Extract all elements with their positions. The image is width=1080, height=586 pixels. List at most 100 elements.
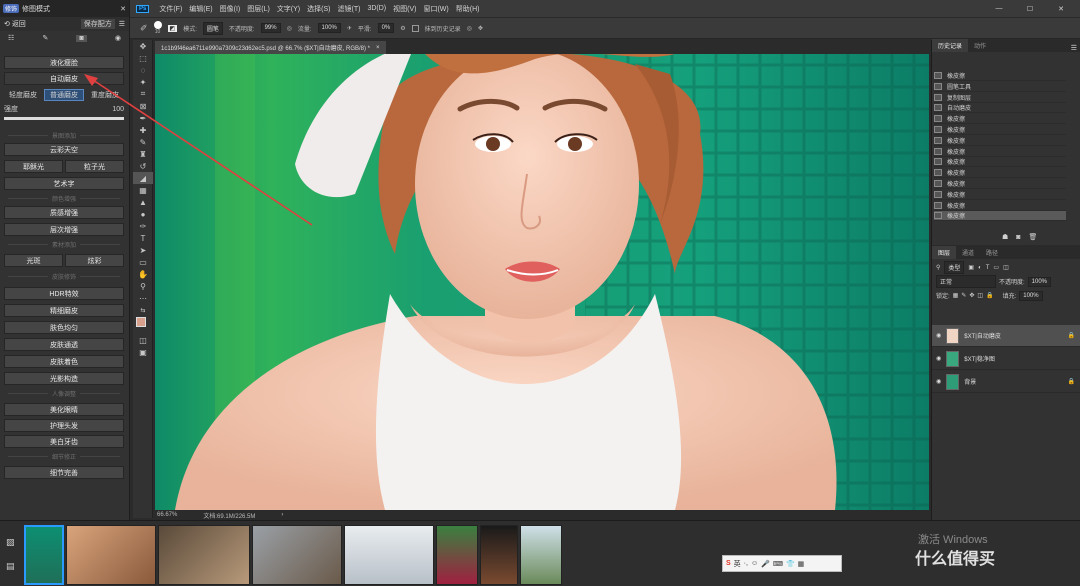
tab-layers[interactable]: 图层: [932, 246, 957, 259]
back-button[interactable]: ⟲ 返回: [4, 19, 26, 29]
mic-icon[interactable]: 🎤: [761, 560, 770, 568]
history-item[interactable]: 橡皮擦: [934, 190, 1066, 200]
skin-even-button[interactable]: 肤色均匀: [4, 321, 124, 334]
history-item[interactable]: 自动磨皮: [934, 103, 1066, 114]
menu-file[interactable]: 文件(F): [159, 4, 182, 14]
tab-close-icon[interactable]: ×: [376, 45, 380, 51]
tab-paths[interactable]: 路径: [980, 246, 1004, 259]
close-window-button[interactable]: ✕: [1049, 5, 1073, 13]
tab-channels[interactable]: 通道: [956, 246, 980, 259]
lock-move-icon[interactable]: ✥: [969, 292, 974, 299]
skin-icon[interactable]: 👕: [786, 560, 795, 568]
history-item[interactable]: 圆笔工具: [934, 82, 1066, 92]
snapshot-icon[interactable]: ☗: [1002, 233, 1008, 241]
maximize-button[interactable]: ☐: [1018, 5, 1042, 13]
document-tab[interactable]: 1c1b9f46ea6711e990a7309c23d62ec5.psd @ 6…: [155, 41, 386, 54]
lock-artboard-icon[interactable]: ◫: [977, 292, 983, 299]
hair-button[interactable]: 护理头发: [4, 419, 124, 432]
mode-normal[interactable]: 普通磨皮: [44, 88, 84, 101]
shape-tool-icon[interactable]: ▭: [133, 256, 153, 268]
more-tools-icon[interactable]: ⋯: [133, 292, 153, 304]
detail-button[interactable]: 细节完善: [4, 466, 124, 479]
hand-tool-icon[interactable]: ✋: [133, 268, 153, 280]
visibility-eye-icon[interactable]: ◉: [936, 355, 941, 362]
thumbnail-2[interactable]: [66, 525, 156, 585]
history-item[interactable]: 复制图层: [934, 93, 1066, 103]
tab-history[interactable]: 历史记录: [932, 39, 969, 52]
zoom-tool-icon[interactable]: ⚲: [133, 280, 153, 292]
skin-clear-button[interactable]: 皮肤通透: [4, 338, 124, 351]
layer-opacity-input[interactable]: 100%: [1027, 276, 1052, 287]
smooth-input[interactable]: 0%: [377, 23, 395, 33]
type-tool-icon[interactable]: T: [133, 232, 153, 244]
tab-actions[interactable]: 动作: [968, 39, 992, 52]
thumbnail-8[interactable]: [520, 525, 562, 585]
ime-toolbar[interactable]: S 英 ·, ☺ 🎤 ⌨ 👕 ▦: [722, 555, 842, 572]
filter-shape-icon[interactable]: ▭: [993, 264, 999, 271]
layer-row[interactable]: ◉ $XT|稳净图: [932, 348, 1080, 370]
kind-select[interactable]: 类型: [944, 261, 965, 274]
folder-icon[interactable]: ▤: [6, 561, 15, 572]
history-item[interactable]: 橡皮擦: [934, 157, 1066, 168]
thumbnail-3[interactable]: [158, 525, 250, 585]
liquify-button[interactable]: 液化瘦脸: [4, 56, 124, 69]
teeth-button[interactable]: 美白牙齿: [4, 435, 124, 448]
thumbnail-5[interactable]: [344, 525, 434, 585]
sliders-icon[interactable]: ☷: [8, 34, 14, 42]
menu-icon[interactable]: ☰: [119, 20, 125, 28]
history-item[interactable]: 橡皮擦: [934, 179, 1066, 189]
close-icon[interactable]: ✕: [120, 5, 126, 13]
screen-mode-icon[interactable]: ▣: [133, 346, 153, 358]
image-view-icon[interactable]: ▨: [6, 537, 15, 548]
history-item[interactable]: 橡皮擦: [934, 136, 1066, 146]
mode-select[interactable]: 圆笔: [202, 21, 223, 35]
color-swatches[interactable]: [133, 316, 153, 334]
thumbnail-4[interactable]: [252, 525, 342, 585]
menu-window[interactable]: 窗口(W): [423, 4, 448, 14]
eye-icon[interactable]: ◉: [115, 34, 121, 42]
mode-light[interactable]: 轻度磨皮: [4, 90, 42, 100]
marquee-tool-icon[interactable]: ⬚: [133, 52, 153, 64]
panel-menu-icon[interactable]: ☰: [1071, 44, 1080, 52]
trash-icon[interactable]: 🗑: [1029, 233, 1038, 241]
quick-mask-icon[interactable]: ◫: [133, 334, 153, 346]
opacity-input[interactable]: 99%: [260, 23, 281, 33]
menu-filter[interactable]: 滤镜(T): [338, 4, 361, 14]
status-arrow-icon[interactable]: ›: [281, 512, 283, 518]
save-config-button[interactable]: 保存配方: [80, 19, 115, 29]
lock-all-icon[interactable]: 🔒: [986, 292, 993, 299]
move-tool-icon[interactable]: ✥: [133, 40, 153, 52]
portrait-icon[interactable]: ◙: [76, 34, 87, 42]
menu-3d[interactable]: 3D(D): [367, 5, 386, 12]
symmetry-icon[interactable]: ✥: [478, 25, 483, 32]
path-select-tool-icon[interactable]: ➤: [133, 244, 153, 256]
keyboard-icon[interactable]: ⌨: [773, 560, 783, 568]
thumbnail-7[interactable]: [480, 525, 518, 585]
history-item[interactable]: 橡皮擦: [934, 114, 1066, 125]
filter-adjust-icon[interactable]: ◐: [978, 265, 982, 271]
history-item[interactable]: 橡皮擦: [934, 147, 1066, 157]
foreground-color[interactable]: [136, 317, 146, 327]
pressure-opacity-icon[interactable]: ◎: [287, 25, 292, 32]
layer-row[interactable]: ◉ 背景 🔒: [932, 371, 1080, 393]
eyes-button[interactable]: 美化眼睛: [4, 403, 124, 416]
menu-layer[interactable]: 图层(L): [247, 4, 270, 14]
hdr-button[interactable]: HDR特效: [4, 287, 124, 300]
skin-tone-button[interactable]: 皮肤着色: [4, 355, 124, 368]
ime-mode[interactable]: 英: [734, 559, 741, 569]
blend-select[interactable]: 正常: [936, 275, 996, 288]
history-checkbox[interactable]: [411, 24, 419, 32]
grid-icon[interactable]: ▦: [798, 560, 805, 568]
history-item[interactable]: 橡皮擦: [934, 201, 1066, 211]
filter-smart-icon[interactable]: ◫: [1003, 264, 1009, 271]
history-item[interactable]: 橡皮擦: [934, 125, 1066, 135]
history-item[interactable]: 橡皮擦: [934, 211, 1066, 222]
menu-select[interactable]: 选择(S): [307, 4, 330, 14]
minimize-button[interactable]: —: [987, 5, 1011, 12]
eraser-tool-icon[interactable]: ✐: [140, 23, 148, 34]
swap-colors-icon[interactable]: ⇆: [133, 304, 153, 316]
light-shape-button[interactable]: 光影构造: [4, 372, 124, 385]
visibility-eye-icon[interactable]: ◉: [936, 378, 941, 385]
bokeh-button[interactable]: 耶稣光: [4, 160, 63, 173]
flare-button[interactable]: 炫彩: [65, 254, 124, 267]
